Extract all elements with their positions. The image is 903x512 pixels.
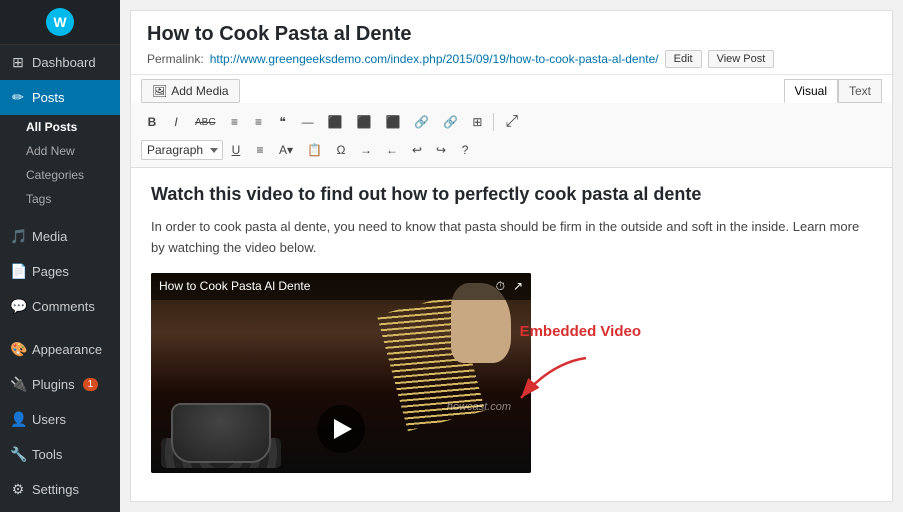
collapse-menu[interactable]: ◀ Collapse menu bbox=[0, 507, 120, 512]
tab-visual[interactable]: Visual bbox=[784, 79, 838, 103]
toolbar-color[interactable]: A▾ bbox=[273, 139, 299, 161]
sidebar-sub-add-new[interactable]: Add New bbox=[0, 139, 120, 163]
sidebar-item-label: Users bbox=[32, 412, 66, 427]
sidebar-item-label: Plugins bbox=[32, 377, 75, 392]
sidebar-item-posts[interactable]: ✏ Posts bbox=[0, 80, 120, 115]
sidebar-item-label: Media bbox=[32, 229, 67, 244]
toolbar-blockquote[interactable]: ❝ bbox=[272, 111, 294, 133]
toolbar-indent[interactable]: → bbox=[354, 139, 378, 161]
add-media-icon: 🖼 bbox=[152, 84, 167, 98]
sidebar-item-label: Dashboard bbox=[32, 55, 96, 70]
sidebar-item-media[interactable]: 🎵 Media bbox=[0, 219, 120, 254]
play-button[interactable] bbox=[317, 405, 365, 453]
wp-logo: W bbox=[0, 0, 120, 45]
visual-text-tabs: Visual Text bbox=[784, 79, 882, 103]
add-media-button[interactable]: 🖼 Add Media bbox=[141, 79, 240, 103]
permalink-url[interactable]: http://www.greengeeksdemo.com/index.php/… bbox=[210, 52, 659, 66]
toolbar-outdent[interactable]: ← bbox=[380, 139, 404, 161]
sidebar: W ⊞ Dashboard ✏ Posts All Posts Add New … bbox=[0, 0, 120, 512]
embedded-video[interactable]: How to Cook Pasta Al Dente ⏱ ↗ howcast.c… bbox=[151, 273, 531, 473]
toolbar-row-1: B I ABC ≡ ≡ ❝ — ⬛ ⬛ ⬛ 🔗 🔗 ⊞ ⤢ bbox=[141, 109, 882, 135]
toolbar-justify[interactable]: ≡ bbox=[249, 139, 271, 161]
toolbar-bold[interactable]: B bbox=[141, 111, 163, 133]
video-title-bar: How to Cook Pasta Al Dente ⏱ ↗ bbox=[151, 273, 531, 300]
comments-icon: 💬 bbox=[10, 298, 26, 315]
main-content: How to Cook Pasta al Dente Permalink: ht… bbox=[120, 0, 903, 512]
editor-body[interactable]: Watch this video to find out how to perf… bbox=[131, 168, 892, 501]
editor-toolbar: B I ABC ≡ ≡ ❝ — ⬛ ⬛ ⬛ 🔗 🔗 ⊞ ⤢ Paragraph bbox=[131, 103, 892, 168]
editor-heading: Watch this video to find out how to perf… bbox=[151, 184, 872, 205]
toolbar-insert[interactable]: ⊞ bbox=[466, 111, 488, 133]
sidebar-item-label: Comments bbox=[32, 299, 95, 314]
sidebar-item-tools[interactable]: 🔧 Tools bbox=[0, 437, 120, 472]
toolbar-unlink[interactable]: 🔗 bbox=[437, 111, 464, 133]
sidebar-item-settings[interactable]: ⚙ Settings bbox=[0, 472, 120, 507]
pot-visual bbox=[171, 403, 271, 463]
sidebar-sub-all-posts[interactable]: All Posts bbox=[0, 115, 120, 139]
permalink-bar: Permalink: http://www.greengeeksdemo.com… bbox=[147, 50, 876, 68]
wp-logo-icon: W bbox=[46, 8, 74, 36]
toolbar-align-left[interactable]: ⬛ bbox=[322, 111, 349, 133]
plugins-icon: 🔌 bbox=[10, 376, 26, 393]
video-icons: ⏱ ↗ bbox=[496, 279, 523, 294]
toolbar-special-chars[interactable]: Ω bbox=[330, 139, 352, 161]
toolbar-ul[interactable]: ≡ bbox=[224, 111, 246, 133]
users-icon: 👤 bbox=[10, 411, 26, 428]
video-watermark: howcast.com bbox=[447, 401, 511, 413]
sidebar-item-label: Pages bbox=[32, 264, 69, 279]
editor-wrap: How to Cook Pasta al Dente Permalink: ht… bbox=[130, 10, 893, 502]
clock-icon: ⏱ bbox=[496, 279, 505, 294]
editor-paragraph: In order to cook pasta al dente, you nee… bbox=[151, 217, 872, 259]
sidebar-item-label: Tools bbox=[32, 447, 62, 462]
sidebar-item-pages[interactable]: 📄 Pages bbox=[0, 254, 120, 289]
toolbar-align-center[interactable]: ⬛ bbox=[351, 111, 378, 133]
sidebar-item-label: Appearance bbox=[32, 342, 102, 357]
toolbar-sep bbox=[493, 113, 494, 131]
toolbar-redo[interactable]: ↪ bbox=[430, 139, 452, 161]
sidebar-item-label: Posts bbox=[32, 90, 65, 105]
toolbar-italic[interactable]: I bbox=[165, 111, 187, 133]
toolbar-fullscreen[interactable]: ⤢ bbox=[499, 109, 524, 135]
media-icon: 🎵 bbox=[10, 228, 26, 245]
sidebar-item-dashboard[interactable]: ⊞ Dashboard bbox=[0, 45, 120, 80]
sidebar-item-plugins[interactable]: 🔌 Plugins 1 bbox=[0, 367, 120, 402]
editor-top-toolbar: 🖼 Add Media Visual Text bbox=[131, 75, 892, 103]
appearance-icon: 🎨 bbox=[10, 341, 26, 358]
embedded-video-label: Embedded Video bbox=[520, 323, 641, 340]
video-area-wrap: How to Cook Pasta Al Dente ⏱ ↗ howcast.c… bbox=[151, 273, 531, 473]
toolbar-row-2: Paragraph U ≡ A▾ 📋 Ω → ← ↩ ↪ ? bbox=[141, 139, 882, 161]
tab-text[interactable]: Text bbox=[838, 79, 882, 103]
toolbar-underline[interactable]: U bbox=[225, 139, 247, 161]
paragraph-select[interactable]: Paragraph bbox=[141, 140, 223, 160]
pages-icon: 📄 bbox=[10, 263, 26, 280]
toolbar-strikethrough[interactable]: ABC bbox=[189, 113, 222, 132]
posts-icon: ✏ bbox=[10, 89, 26, 106]
toolbar-align-right[interactable]: ⬛ bbox=[379, 111, 406, 133]
add-media-label: Add Media bbox=[171, 84, 228, 98]
video-title: How to Cook Pasta Al Dente bbox=[159, 279, 310, 293]
toolbar-paste-word[interactable]: 📋 bbox=[301, 139, 328, 161]
post-title-bar: How to Cook Pasta al Dente Permalink: ht… bbox=[131, 11, 892, 75]
toolbar-ol[interactable]: ≡ bbox=[248, 111, 270, 133]
dashboard-icon: ⊞ bbox=[10, 54, 26, 71]
post-title: How to Cook Pasta al Dente bbox=[147, 23, 876, 46]
permalink-label: Permalink: bbox=[147, 52, 204, 66]
sidebar-sub-tags[interactable]: Tags bbox=[0, 187, 120, 211]
sidebar-item-comments[interactable]: 💬 Comments bbox=[0, 289, 120, 324]
sidebar-item-label: Settings bbox=[32, 482, 79, 497]
view-post-button[interactable]: View Post bbox=[708, 50, 775, 68]
edit-permalink-button[interactable]: Edit bbox=[665, 50, 702, 68]
sidebar-sub-categories[interactable]: Categories bbox=[0, 163, 120, 187]
settings-icon: ⚙ bbox=[10, 481, 26, 498]
plugins-badge: 1 bbox=[83, 378, 99, 391]
toolbar-hr[interactable]: — bbox=[296, 111, 320, 133]
toolbar-link[interactable]: 🔗 bbox=[408, 111, 435, 133]
sidebar-item-users[interactable]: 👤 Users bbox=[0, 402, 120, 437]
toolbar-undo[interactable]: ↩ bbox=[406, 139, 428, 161]
embedded-arrow bbox=[511, 353, 591, 413]
tools-icon: 🔧 bbox=[10, 446, 26, 463]
share-icon: ↗ bbox=[513, 279, 523, 294]
toolbar-help[interactable]: ? bbox=[454, 139, 476, 161]
sidebar-item-appearance[interactable]: 🎨 Appearance bbox=[0, 332, 120, 367]
